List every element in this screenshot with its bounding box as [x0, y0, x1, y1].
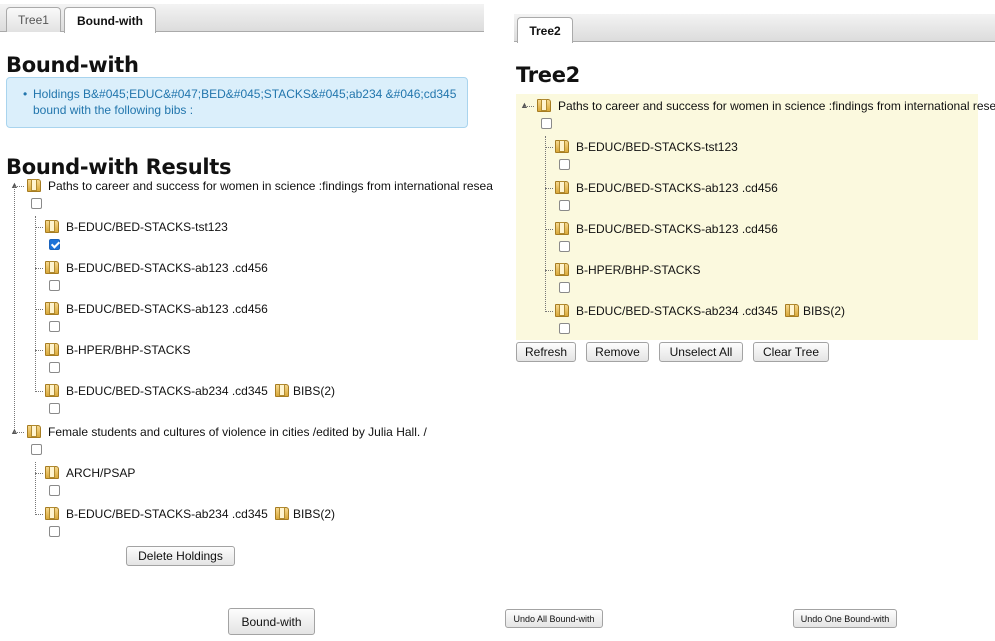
holding-label[interactable]: B-EDUC/BED-STACKS-ab123 .cd456 — [66, 261, 268, 275]
folder-icon — [555, 304, 569, 317]
right-tab-bar: Tree2 — [514, 14, 995, 43]
folder-icon — [27, 425, 41, 438]
tab-tree2[interactable]: Tree2 — [517, 17, 573, 43]
remove-button[interactable]: Remove — [586, 342, 649, 362]
refresh-button[interactable]: Refresh — [516, 342, 576, 362]
holding-checkbox[interactable] — [559, 323, 570, 334]
unselect-all-button[interactable]: Unselect All — [659, 342, 743, 362]
tree-connector — [545, 311, 553, 312]
undo-all-bound-with-button[interactable]: Undo All Bound-with — [505, 609, 603, 628]
tab-tree1[interactable]: Tree1 — [6, 7, 61, 32]
collapse-toggle-icon[interactable]: ▲ — [520, 100, 529, 110]
tree-connector — [35, 309, 43, 310]
clear-tree-button[interactable]: Clear Tree — [753, 342, 829, 362]
folder-icon — [45, 302, 59, 315]
tab-bound-with[interactable]: Bound-with — [64, 7, 156, 33]
tree-connector — [524, 106, 534, 107]
holding-checkbox[interactable] — [559, 159, 570, 170]
bib-title[interactable]: Female students and cultures of violence… — [48, 425, 427, 439]
folder-icon — [555, 140, 569, 153]
holding-label[interactable]: B-EDUC/BED-STACKS-tst123 — [576, 140, 738, 154]
bib-title[interactable]: Paths to career and success for women in… — [558, 99, 995, 113]
tree-connector — [545, 147, 553, 148]
holding-label[interactable]: B-EDUC/BED-STACKS-ab123 .cd456 — [576, 181, 778, 195]
undo-one-bound-with-button[interactable]: Undo One Bound-with — [793, 609, 897, 628]
tree-connector — [545, 136, 546, 310]
bib-checkbox[interactable] — [31, 444, 42, 455]
bound-with-button[interactable]: Bound-with — [228, 608, 315, 635]
holding-checkbox[interactable] — [49, 321, 60, 332]
tree-connector — [35, 350, 43, 351]
folder-icon — [275, 384, 289, 397]
left-tab-bar: Tree1 Bound-with — [0, 4, 484, 33]
holding-checkbox[interactable] — [49, 403, 60, 414]
folder-icon — [27, 179, 41, 192]
tree-connector — [545, 270, 553, 271]
bound-with-heading: Bound-with — [6, 53, 139, 77]
holding-label[interactable]: B-EDUC/BED-STACKS-ab234 .cd345 — [66, 507, 268, 521]
holding-label[interactable]: B-EDUC/BED-STACKS-ab234 .cd345 — [576, 304, 778, 318]
tree-connector — [35, 514, 43, 515]
folder-icon — [537, 99, 551, 112]
holding-label[interactable]: B-HPER/BHP-STACKS — [66, 343, 190, 357]
holding-checkbox[interactable] — [559, 282, 570, 293]
tree-connector — [14, 432, 24, 433]
bibs-link[interactable]: BIBS(2) — [293, 507, 335, 521]
folder-icon — [45, 507, 59, 520]
folder-icon — [555, 263, 569, 276]
holding-label[interactable]: B-EDUC/BED-STACKS-tst123 — [66, 220, 228, 234]
delete-holdings-button[interactable]: Delete Holdings — [126, 546, 235, 566]
tree-connector — [35, 462, 36, 513]
info-text: Holdings B&#045;EDUC&#047;BED&#045;STACK… — [33, 87, 457, 117]
tree2-heading: Tree2 — [516, 63, 580, 87]
holding-checkbox[interactable] — [49, 485, 60, 496]
holding-checkbox[interactable] — [49, 526, 60, 537]
tree-connector — [14, 186, 24, 187]
holding-label[interactable]: B-EDUC/BED-STACKS-ab123 .cd456 — [576, 222, 778, 236]
tree-connector — [14, 186, 15, 432]
tree-connector — [545, 229, 553, 230]
bib-checkbox[interactable] — [31, 198, 42, 209]
folder-icon — [45, 220, 59, 233]
folder-icon — [45, 466, 59, 479]
folder-icon — [275, 507, 289, 520]
bound-with-results-heading: Bound-with Results — [6, 155, 232, 179]
holding-label[interactable]: B-HPER/BHP-STACKS — [576, 263, 700, 277]
bound-with-info-box: • Holdings B&#045;EDUC&#047;BED&#045;STA… — [6, 77, 468, 128]
folder-icon — [555, 181, 569, 194]
holding-label[interactable]: B-EDUC/BED-STACKS-ab234 .cd345 — [66, 384, 268, 398]
tree-connector — [35, 227, 43, 228]
bib-checkbox[interactable] — [541, 118, 552, 129]
holding-checkbox[interactable] — [49, 280, 60, 291]
folder-icon — [555, 222, 569, 235]
holding-label[interactable]: ARCH/PSAP — [66, 466, 135, 480]
bibs-link[interactable]: BIBS(2) — [803, 304, 845, 318]
holding-checkbox[interactable] — [49, 362, 60, 373]
holding-checkbox[interactable] — [49, 239, 60, 250]
folder-icon — [785, 304, 799, 317]
holding-checkbox[interactable] — [559, 200, 570, 211]
bib-title[interactable]: Paths to career and success for women in… — [48, 179, 493, 193]
holding-label[interactable]: B-EDUC/BED-STACKS-ab123 .cd456 — [66, 302, 268, 316]
tree-connector — [35, 473, 43, 474]
tree-connector — [35, 391, 43, 392]
tree-connector — [35, 268, 43, 269]
info-bullet: • — [23, 87, 28, 101]
folder-icon — [45, 261, 59, 274]
holding-checkbox[interactable] — [559, 241, 570, 252]
folder-icon — [45, 384, 59, 397]
bibs-link[interactable]: BIBS(2) — [293, 384, 335, 398]
folder-icon — [45, 343, 59, 356]
tree-connector — [545, 188, 553, 189]
tree-connector — [35, 216, 36, 390]
